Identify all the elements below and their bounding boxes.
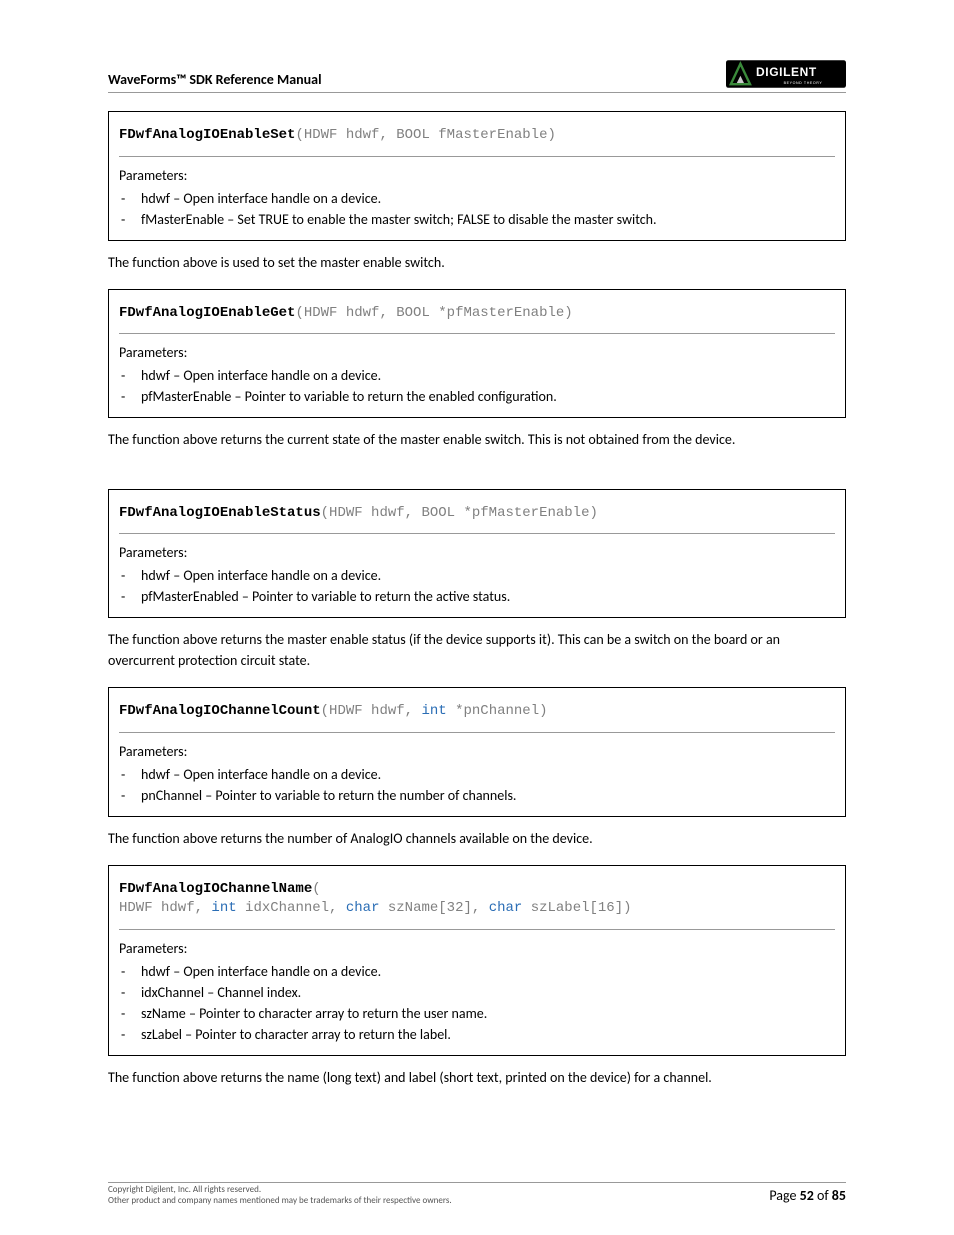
function-signature: FDwfAnalogIOEnableSet(HDWF hdwf, BOOL fM…	[119, 120, 835, 156]
function-signature: FDwfAnalogIOEnableGet(HDWF hdwf, BOOL *p…	[119, 298, 835, 334]
page-footer: Copyright Digilent, Inc. All rights rese…	[108, 1182, 846, 1207]
function-signature: FDwfAnalogIOChannelName(HDWF hdwf, int i…	[119, 874, 835, 929]
function-block: FDwfAnalogIOChannelCount(HDWF hdwf, int …	[108, 687, 846, 817]
param-row: -pnChannel – Pointer to variable to retu…	[119, 785, 835, 806]
param-row: -hdwf – Open interface handle on a devic…	[119, 565, 835, 586]
logo-tagline-text: BEYOND THEORY	[784, 81, 823, 85]
footer-copyright: Copyright Digilent, Inc. All rights rese…	[108, 1185, 452, 1207]
param-row: -hdwf – Open interface handle on a devic…	[119, 764, 835, 785]
page-number: Page 52 of 85	[769, 1185, 846, 1204]
param-row: -hdwf – Open interface handle on a devic…	[119, 188, 835, 209]
param-row: -pfMasterEnabled – Pointer to variable t…	[119, 586, 835, 607]
param-row: -fMasterEnable – Set TRUE to enable the …	[119, 209, 835, 230]
parameters-label: Parameters:	[119, 167, 835, 184]
function-signature: FDwfAnalogIOChannelCount(HDWF hdwf, int …	[119, 696, 835, 732]
divider	[119, 929, 835, 930]
divider	[119, 533, 835, 534]
param-row: -idxChannel – Channel index.	[119, 982, 835, 1003]
param-row: -szName – Pointer to character array to …	[119, 1003, 835, 1024]
function-block: FDwfAnalogIOEnableGet(HDWF hdwf, BOOL *p…	[108, 289, 846, 419]
function-block: FDwfAnalogIOEnableStatus(HDWF hdwf, BOOL…	[108, 489, 846, 619]
divider	[119, 156, 835, 157]
function-signature: FDwfAnalogIOEnableStatus(HDWF hdwf, BOOL…	[119, 498, 835, 534]
function-block: FDwfAnalogIOEnableSet(HDWF hdwf, BOOL fM…	[108, 111, 846, 241]
document-title: WaveForms™ SDK Reference Manual	[108, 71, 322, 88]
divider	[119, 732, 835, 733]
function-description: The function above returns the current s…	[108, 430, 846, 450]
function-description: The function above returns the master en…	[108, 630, 846, 671]
param-row: -szLabel – Pointer to character array to…	[119, 1024, 835, 1045]
function-description: The function above returns the number of…	[108, 829, 846, 849]
function-block: FDwfAnalogIOChannelName(HDWF hdwf, int i…	[108, 865, 846, 1056]
param-row: -hdwf – Open interface handle on a devic…	[119, 365, 835, 386]
param-row: -hdwf – Open interface handle on a devic…	[119, 961, 835, 982]
logo-brand-text: DIGILENT	[756, 65, 817, 79]
parameters-label: Parameters:	[119, 940, 835, 957]
divider	[119, 333, 835, 334]
digilent-logo: DIGILENT BEYOND THEORY	[726, 60, 846, 88]
function-description: The function above returns the name (lon…	[108, 1068, 846, 1088]
page-header: WaveForms™ SDK Reference Manual DIGILENT…	[108, 60, 846, 93]
parameters-label: Parameters:	[119, 544, 835, 561]
parameters-label: Parameters:	[119, 344, 835, 361]
param-row: -pfMasterEnable – Pointer to variable to…	[119, 386, 835, 407]
function-description: The function above is used to set the ma…	[108, 253, 846, 273]
parameters-label: Parameters:	[119, 743, 835, 760]
